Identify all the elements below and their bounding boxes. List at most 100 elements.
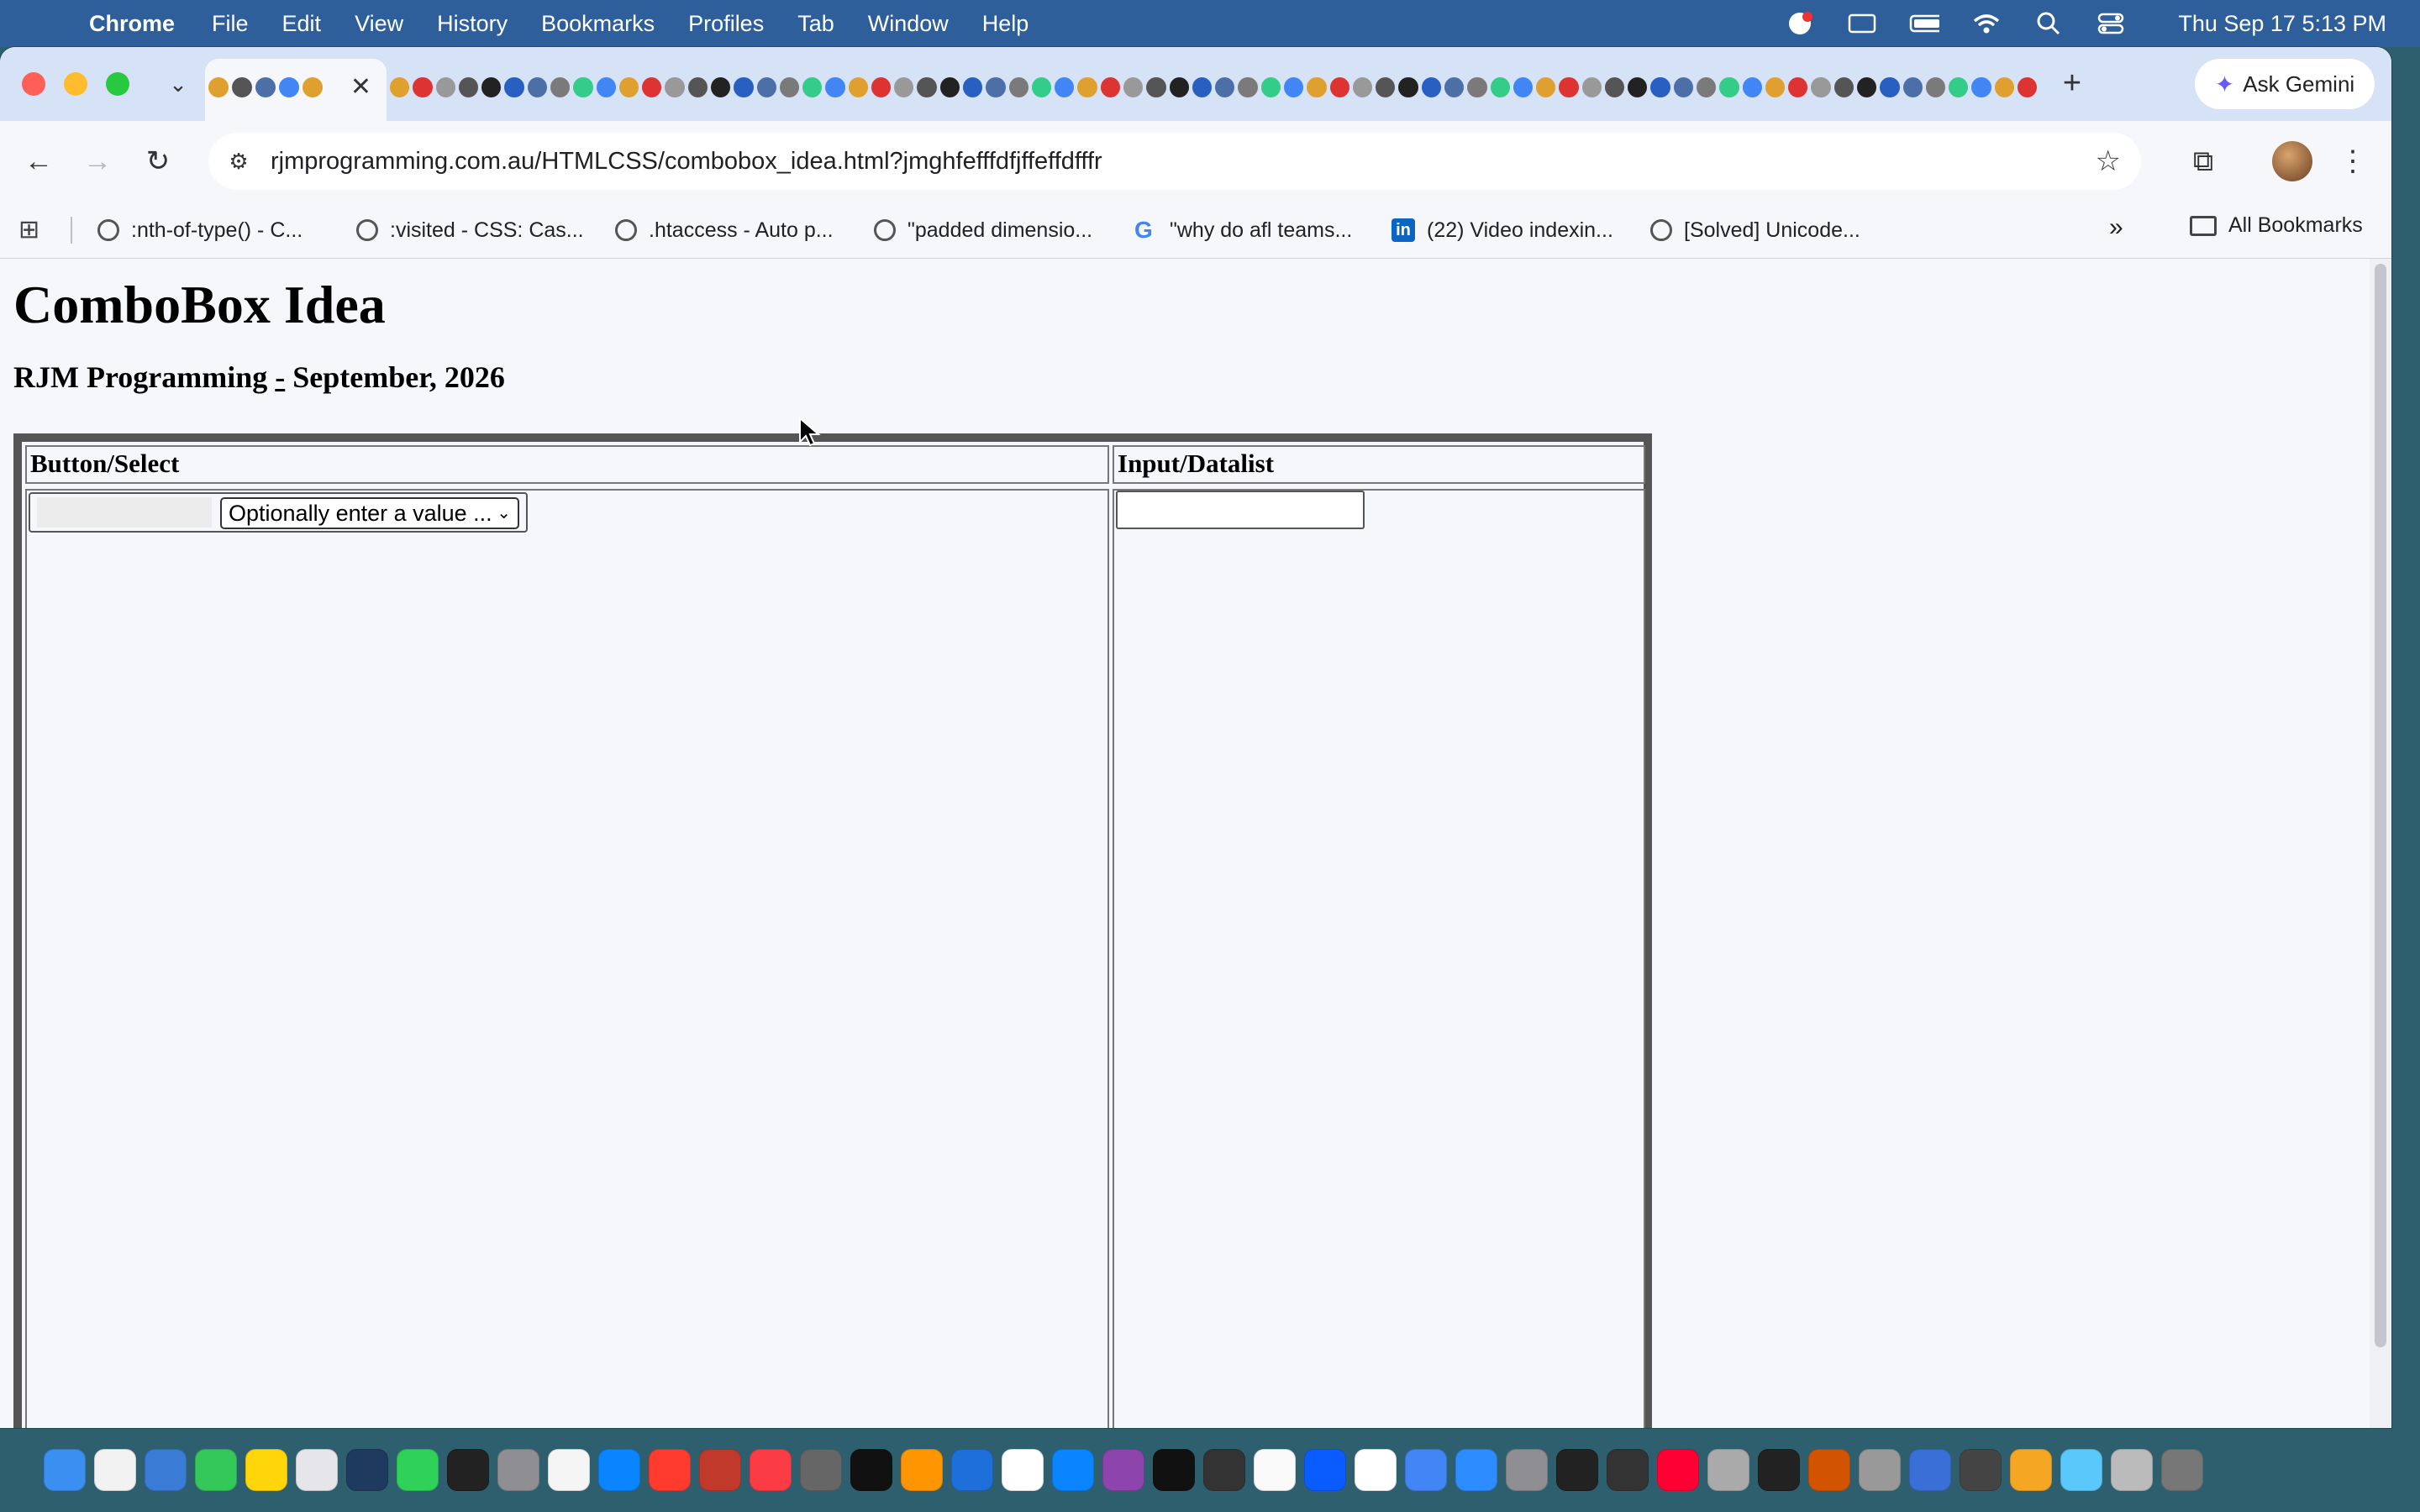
tab-favicon[interactable] (1833, 77, 1854, 97)
apps-grid-icon[interactable]: ⊞ (18, 215, 49, 245)
menu-app-chrome[interactable]: Chrome (89, 11, 175, 37)
tab-favicon[interactable] (802, 77, 823, 97)
tab-favicon[interactable] (1238, 77, 1258, 97)
tab-favicon[interactable] (504, 77, 524, 97)
kebab-menu-icon[interactable]: ⋮ (2329, 138, 2376, 185)
dock-app-icon[interactable] (800, 1449, 842, 1491)
dock-app-icon[interactable] (497, 1449, 539, 1491)
tab-favicon[interactable] (1650, 77, 1670, 97)
menu-help[interactable]: Help (982, 11, 1029, 37)
tab-favicon[interactable] (1742, 77, 1762, 97)
tab-favicon[interactable] (825, 77, 845, 97)
dock-app-icon[interactable] (346, 1449, 388, 1491)
tab-favicon[interactable] (527, 77, 547, 97)
dock-app-icon[interactable] (1909, 1449, 1951, 1491)
tab-favicon[interactable] (1512, 77, 1534, 97)
menu-bookmarks[interactable]: Bookmarks (541, 11, 655, 37)
value-select-dropdown[interactable]: Optionally enter a value ... ⌄ (220, 497, 519, 529)
tab-favicon[interactable] (1100, 77, 1120, 97)
battery-icon[interactable] (1909, 12, 1940, 35)
maximize-window-button[interactable] (106, 72, 129, 96)
tab-favicon[interactable] (618, 77, 639, 97)
dock-app-icon[interactable] (1707, 1449, 1749, 1491)
tab-favicon[interactable] (1994, 77, 2014, 97)
datalist-text-input[interactable] (1116, 491, 1365, 529)
tab-favicon[interactable] (390, 77, 410, 97)
tab-favicon[interactable] (1559, 77, 1579, 97)
tab-favicon[interactable] (435, 77, 455, 97)
reload-icon[interactable]: ↻ (134, 138, 182, 185)
notification-badge-icon[interactable] (1785, 12, 1815, 35)
dock-app-icon[interactable] (1960, 1449, 2002, 1491)
tab-favicon[interactable] (756, 77, 776, 97)
bookmark-star-icon[interactable]: ☆ (2096, 144, 2121, 178)
tab-favicon[interactable] (986, 77, 1006, 97)
tab-favicon[interactable] (1925, 77, 1946, 97)
tab-favicon[interactable] (1169, 77, 1189, 97)
tab-favicon[interactable] (1697, 77, 1717, 97)
dock-app-icon[interactable] (1052, 1449, 1094, 1491)
tab-favicon[interactable] (1971, 77, 1991, 97)
tab-favicon[interactable] (1215, 77, 1235, 97)
tab-favicon[interactable] (1421, 77, 1441, 97)
dock-app-icon[interactable] (1002, 1449, 1044, 1491)
tab-favicon[interactable] (779, 77, 800, 97)
dock-app-icon[interactable] (195, 1449, 237, 1491)
tab-favicon[interactable] (1376, 77, 1396, 97)
dock-app-icon[interactable] (245, 1449, 287, 1491)
tab-favicon[interactable] (1146, 77, 1166, 97)
bookmarks-overflow-chevron-icon[interactable]: » (2109, 213, 2123, 242)
tab-favicon[interactable] (550, 77, 571, 97)
bookmark-item[interactable]: "padded dimensio... (874, 213, 1092, 247)
dock-app-icon[interactable] (1455, 1449, 1497, 1491)
dock-app-icon[interactable] (145, 1449, 187, 1491)
bookmark-item[interactable]: G "why do afl teams... (1134, 213, 1352, 247)
menu-tab[interactable]: Tab (797, 11, 834, 37)
tab-favicon[interactable] (1880, 77, 1900, 97)
tab-favicon[interactable] (642, 77, 662, 97)
page-scrollbar[interactable] (2370, 259, 2391, 1428)
tab-favicon[interactable] (1902, 77, 1923, 97)
dock-app-icon[interactable] (598, 1449, 640, 1491)
input-source-icon[interactable] (1847, 12, 1877, 35)
dock-app-icon[interactable] (1758, 1449, 1800, 1491)
tab-favicon[interactable] (665, 77, 685, 97)
tab-favicon[interactable] (481, 77, 502, 97)
dock-app-icon[interactable] (1203, 1449, 1245, 1491)
menu-window[interactable]: Window (868, 11, 949, 37)
tab-favicon[interactable] (1490, 77, 1510, 97)
dock-app-icon[interactable] (1102, 1449, 1144, 1491)
spotlight-search-icon[interactable] (2033, 12, 2064, 35)
dock-app-icon[interactable] (750, 1449, 792, 1491)
dock-app-icon[interactable] (1304, 1449, 1346, 1491)
extensions-puzzle-icon[interactable]: ⧉ (2180, 138, 2227, 185)
tab-favicon[interactable] (894, 77, 914, 97)
tab-favicon[interactable] (1329, 77, 1349, 97)
tab-favicon[interactable] (917, 77, 937, 97)
tab-favicon[interactable] (1260, 77, 1281, 97)
scrollbar-thumb[interactable] (2375, 264, 2386, 1347)
tab-favicon[interactable] (687, 77, 708, 97)
tab-favicon[interactable] (734, 77, 754, 97)
tab-favicon[interactable] (596, 77, 616, 97)
menu-file[interactable]: File (212, 11, 249, 37)
dock-app-icon[interactable] (901, 1449, 943, 1491)
dock-app-icon[interactable] (397, 1449, 439, 1491)
tab-favicon[interactable] (458, 77, 479, 97)
tab-favicon[interactable] (1008, 77, 1028, 97)
bookmark-item[interactable]: :nth-of-type() - C... (97, 213, 302, 247)
tab-favicon[interactable] (1857, 77, 1877, 97)
all-bookmarks-button[interactable]: All Bookmarks (2190, 213, 2363, 238)
ask-gemini-button[interactable]: ✦ Ask Gemini (2195, 59, 2375, 109)
dock-app-icon[interactable] (850, 1449, 892, 1491)
tab-favicon[interactable] (1581, 77, 1602, 97)
tab-search-chevron-icon[interactable]: ⌄ (161, 67, 195, 101)
dock-app-icon[interactable] (1153, 1449, 1195, 1491)
back-arrow-icon[interactable]: ← (15, 138, 62, 185)
menu-view[interactable]: View (355, 11, 403, 37)
forward-arrow-icon[interactable]: → (74, 138, 121, 185)
dock-app-icon[interactable] (1607, 1449, 1649, 1491)
dock-app-icon[interactable] (296, 1449, 338, 1491)
profile-avatar[interactable] (2272, 141, 2312, 181)
tab-favicon[interactable] (1307, 77, 1327, 97)
